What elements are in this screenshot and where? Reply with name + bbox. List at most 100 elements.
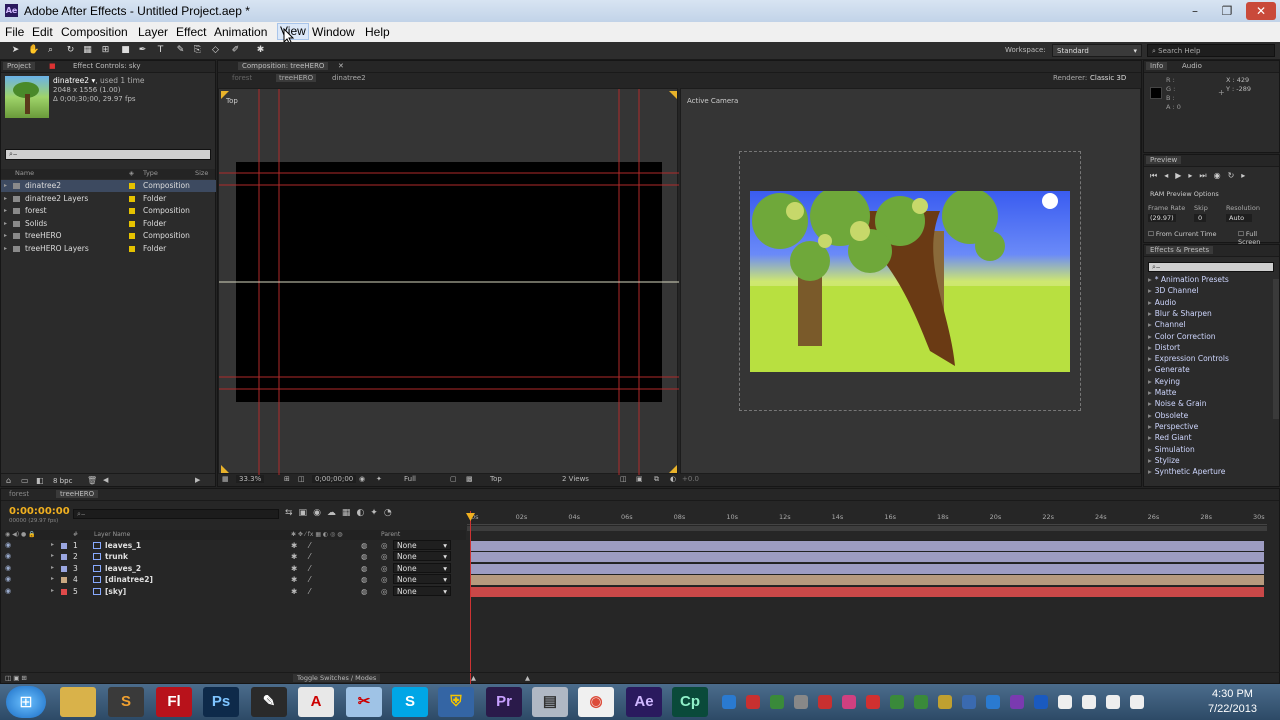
label-color-swatch[interactable] [129, 246, 135, 252]
rotate-tool-icon[interactable]: ↻ [65, 45, 76, 56]
next-frame-icon[interactable]: ▸ [1188, 171, 1199, 180]
pen-tool-icon[interactable]: ✒ [137, 45, 148, 56]
project-item[interactable]: ▸ dinatree2 Layers Folder [1, 193, 216, 205]
col-name[interactable]: Name [15, 169, 34, 177]
tray-icon[interactable] [986, 695, 1000, 709]
effect-category[interactable]: Generate [1148, 365, 1190, 374]
layer-name[interactable]: leaves_2 [105, 564, 141, 573]
layer-duration-bar[interactable] [471, 551, 1264, 563]
tab-effects-presets[interactable]: Effects & Presets [1146, 246, 1214, 254]
renderer-value[interactable]: Classic 3D [1090, 74, 1126, 82]
tray-icon[interactable] [962, 695, 976, 709]
effects-scrollbar[interactable] [1273, 279, 1279, 419]
workspace-select[interactable]: Standard ▾ [1052, 44, 1142, 57]
menu-effect[interactable]: Effect [176, 25, 206, 39]
av-features-icon[interactable]: ◉ ◀) ● 🔒 [5, 531, 36, 538]
tray-icon[interactable] [794, 695, 808, 709]
label-color-swatch[interactable] [61, 588, 67, 595]
layer-row[interactable]: ◉ ▸ 3 leaves_2 ✱ ⁄ ◍ ◎ None ▾ [1, 562, 466, 574]
flash-icon[interactable]: Fl [156, 687, 192, 717]
label-col-icon[interactable]: ◈ [129, 169, 134, 177]
timeline-search-input[interactable]: ⌕‒ [73, 509, 279, 519]
acrobat-icon[interactable]: A [298, 687, 334, 717]
skype-icon[interactable]: S [392, 687, 428, 717]
camera-tool-icon[interactable]: ▦ [82, 45, 93, 56]
show-channel-icon[interactable]: ✦ [376, 475, 382, 483]
puppet-tool-icon[interactable]: ✱ [255, 45, 266, 56]
playhead-line[interactable] [470, 511, 471, 685]
snapshot-icon[interactable]: ◉ [359, 475, 365, 483]
pick-whip-icon[interactable]: ◎ [381, 564, 388, 573]
collapse-switch-icon[interactable]: ✱ [291, 587, 297, 596]
eraser-tool-icon[interactable]: ◇ [210, 45, 221, 56]
crumb-treehero[interactable]: treeHERO [276, 74, 317, 82]
quality-switch-icon[interactable]: ⁄ [309, 552, 310, 561]
tray-icon[interactable] [938, 695, 952, 709]
layer-row[interactable]: ◉ ▸ 1 leaves_1 ✱ ⁄ ◍ ◎ None ▾ [1, 540, 466, 551]
effect-category[interactable]: Expression Controls [1148, 354, 1229, 363]
switches-icon[interactable]: ✱ ✥ ⁄ fx ▦ ◐ ◎ ◍ [291, 531, 342, 538]
grid-icon[interactable]: ⊞ [284, 475, 290, 483]
tray-icon[interactable] [866, 695, 880, 709]
tray-icon[interactable] [1010, 695, 1024, 709]
expand-icon[interactable]: ▸ [4, 232, 7, 239]
selection-tool-icon[interactable]: ➤ [10, 45, 21, 56]
quality-switch-icon[interactable]: ⁄ [309, 564, 310, 573]
3d-layer-icon[interactable]: ◍ [361, 552, 368, 561]
effect-category[interactable]: Distort [1148, 343, 1180, 352]
tray-icon[interactable] [1106, 695, 1120, 709]
parent-select[interactable]: None ▾ [393, 574, 451, 585]
minimize-button[interactable]: – [1182, 2, 1208, 20]
toggle-pixel-icon[interactable]: ◫ [620, 475, 627, 483]
new-comp-icon[interactable]: ◧ [36, 476, 44, 485]
effect-category[interactable]: 3D Channel [1148, 286, 1199, 295]
project-item[interactable]: ▸ Solids Folder [1, 218, 216, 230]
pick-whip-icon[interactable]: ◎ [381, 575, 388, 584]
3d-layer-icon[interactable]: ◍ [361, 564, 368, 573]
folder-icon[interactable]: ▤ [532, 687, 568, 717]
ram-preview-icon[interactable]: ▸ [1241, 171, 1252, 180]
snipping-icon[interactable]: ✂ [346, 687, 382, 717]
effect-category[interactable]: Noise & Grain [1148, 399, 1207, 408]
last-frame-icon[interactable]: ⏭ [1199, 171, 1213, 180]
parent-select[interactable]: None ▾ [393, 562, 451, 573]
expand-icon[interactable]: ▸ [4, 207, 7, 214]
tray-icon[interactable] [722, 695, 736, 709]
quality-switch-icon[interactable]: ⁄ [309, 587, 310, 596]
loop-icon[interactable]: ↻ [1228, 171, 1242, 180]
draft-3d-icon[interactable]: ◉ [313, 508, 327, 518]
tray-icon[interactable] [1082, 695, 1096, 709]
eye-icon[interactable]: ◉ [5, 587, 11, 595]
exposure-value[interactable]: +0.0 [682, 475, 699, 483]
prev-frame-icon[interactable]: ◂ [1164, 171, 1175, 180]
left-viewer[interactable]: Top [218, 88, 679, 475]
frame-blending-icon[interactable]: ▦ [342, 508, 357, 518]
comp-timecode[interactable]: 0;00;00;00 [312, 475, 357, 483]
brush-tool-icon[interactable]: ✎ [175, 45, 186, 56]
pick-whip-icon[interactable]: ◎ [381, 541, 388, 550]
skip-select[interactable]: 0 [1194, 214, 1207, 222]
tab-treehero[interactable]: treeHERO [56, 490, 99, 498]
transparency-icon[interactable]: ▩ [466, 475, 473, 483]
work-area-bar[interactable] [467, 526, 1267, 531]
crumb-dinatree2[interactable]: dinatree2 [332, 74, 366, 82]
col-layer-name[interactable]: Layer Name [94, 531, 130, 538]
tray-icon[interactable] [914, 695, 928, 709]
graph-editor-icon[interactable]: ◔ [384, 508, 398, 518]
tray-icon[interactable] [1058, 695, 1072, 709]
effect-category[interactable]: * Animation Presets [1148, 275, 1229, 284]
chrome-icon[interactable]: ◉ [578, 687, 614, 717]
menu-window[interactable]: Window [312, 25, 355, 39]
label-color-swatch[interactable] [61, 554, 67, 561]
3d-layer-icon[interactable]: ◍ [361, 541, 368, 550]
project-item[interactable]: ▸ dinatree2 Composition [1, 180, 216, 192]
expand-layer-icon[interactable]: ◫ ▣ ⊞ [5, 674, 27, 682]
tab-composition[interactable]: Composition: treeHERO [238, 62, 329, 70]
effect-category[interactable]: Synthetic Aperture [1148, 467, 1226, 476]
label-color-swatch[interactable] [129, 233, 135, 240]
menu-layer[interactable]: Layer [138, 25, 168, 39]
brainstorm-icon[interactable]: ✦ [370, 508, 384, 518]
tray-icon[interactable] [746, 695, 760, 709]
col-parent[interactable]: Parent [381, 531, 400, 538]
expand-icon[interactable]: ▸ [51, 575, 54, 582]
